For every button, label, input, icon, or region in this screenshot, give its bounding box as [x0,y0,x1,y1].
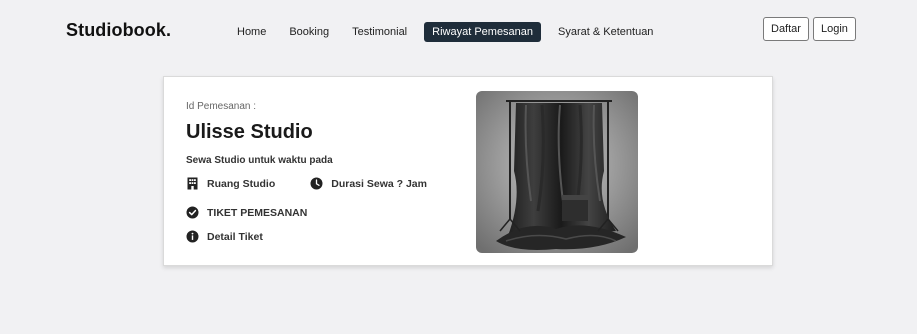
nav-link-syarat-ketentuan[interactable]: Syarat & Ketentuan [552,22,659,42]
brand-logo[interactable]: Studiobook. [66,20,171,41]
duration-label: Durasi Sewa ? Jam [331,177,427,190]
nav-links: Home Booking Testimonial Riwayat Pemesan… [231,22,670,42]
room-item: Ruang Studio [186,177,275,190]
ticket-label[interactable]: TIKET PEMESANAN [207,207,307,219]
info-circle-icon [186,230,199,243]
ticket-row[interactable]: TIKET PEMESANAN [186,206,307,219]
check-circle-icon [186,206,199,219]
navbar: Studiobook. Home Booking Testimonial Riw… [0,0,917,62]
studio-name: Ulisse Studio [186,121,313,143]
booking-id-label: Id Pemesanan : [186,101,257,112]
register-button[interactable]: Daftar [763,17,809,41]
booking-card: Id Pemesanan : Ulisse Studio Sewa Studio… [163,76,773,266]
room-label: Ruang Studio [207,177,276,190]
rent-time-text: Sewa Studio untuk waktu pada [186,155,333,166]
studio-photo [476,91,638,253]
building-icon [186,177,199,190]
duration-item: Durasi Sewa ? Jam [310,177,427,190]
detail-label[interactable]: Detail Tiket [207,231,263,243]
auth-buttons: Daftar Login [763,17,860,41]
detail-row[interactable]: Detail Tiket [186,230,263,243]
nav-link-home[interactable]: Home [231,22,272,42]
clock-icon [310,177,323,190]
nav-link-booking[interactable]: Booking [283,22,335,42]
room-duration-row: Ruang Studio Durasi Sewa ? Jam [186,177,427,190]
nav-link-testimonial[interactable]: Testimonial [346,22,413,42]
nav-link-riwayat-pemesanan[interactable]: Riwayat Pemesanan [424,22,542,42]
login-button[interactable]: Login [812,17,856,41]
